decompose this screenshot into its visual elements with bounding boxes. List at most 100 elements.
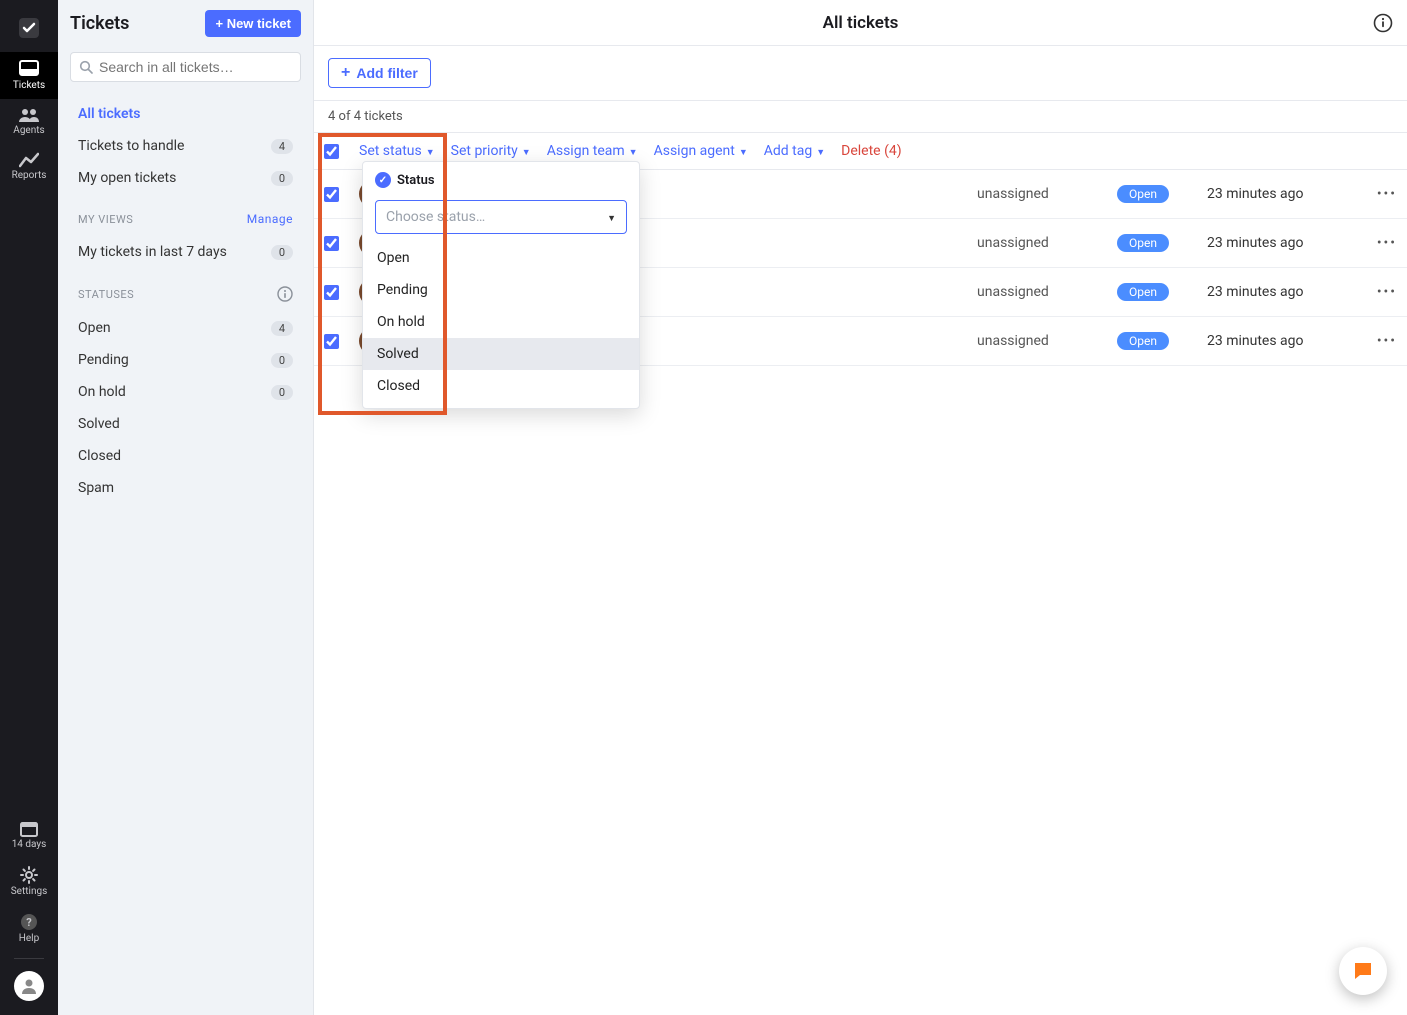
count-badge: 4	[271, 139, 293, 154]
calendar-icon	[20, 821, 38, 837]
nav-tickets[interactable]: Tickets	[0, 52, 58, 99]
search-input[interactable]	[99, 59, 292, 75]
status-option-closed[interactable]: Closed	[363, 370, 639, 402]
nav-reports[interactable]: Reports	[0, 144, 58, 189]
link-label: Assign agent	[654, 143, 735, 159]
status-option-pending[interactable]: Pending	[363, 274, 639, 306]
chat-launcher[interactable]	[1339, 947, 1387, 995]
status-badge: Open	[1117, 332, 1169, 350]
count-badge: 0	[271, 245, 293, 260]
bulk-action-bar: Set status▼ Set priority▼ Assign team▼ A…	[314, 133, 1407, 170]
row-checkbox[interactable]	[324, 187, 339, 202]
status-pending[interactable]: Pending 0	[58, 344, 313, 376]
statuses-header: STATUSES	[58, 272, 313, 308]
bulk-delete[interactable]: Delete (4)	[835, 139, 907, 163]
caret-down-icon: ▼	[607, 213, 616, 224]
bulk-assign-agent[interactable]: Assign agent▼	[648, 139, 754, 163]
bulk-assign-team[interactable]: Assign team▼	[541, 139, 644, 163]
my-views-list: My tickets in last 7 days 0	[58, 232, 313, 272]
count-badge: 4	[271, 321, 293, 336]
set-status-dropdown: ✓ Status Choose status… ▼ OpenPendingOn …	[362, 161, 640, 409]
view-label: My tickets in last 7 days	[78, 244, 227, 260]
ticket-time: 23 minutes ago	[1207, 284, 1357, 300]
panel-header: ✓ Status	[363, 162, 639, 194]
user-avatar[interactable]	[14, 971, 44, 1001]
row-checkbox[interactable]	[324, 334, 339, 349]
section-label: STATUSES	[78, 288, 134, 301]
view-my-open-tickets[interactable]: My open tickets 0	[58, 162, 313, 194]
status-spam[interactable]: Spam	[58, 472, 313, 504]
view-tickets-to-handle[interactable]: Tickets to handle 4	[58, 130, 313, 162]
status-badge: Open	[1117, 234, 1169, 252]
nav-trial[interactable]: 14 days	[0, 813, 58, 858]
info-icon[interactable]	[277, 286, 293, 302]
row-more-icon[interactable]: •••	[1367, 235, 1397, 251]
my-views-header: MY VIEWS Manage	[58, 198, 313, 232]
add-filter-button[interactable]: + Add filter	[328, 58, 431, 88]
status-badge: Open	[1117, 283, 1169, 301]
ticket-time: 23 minutes ago	[1207, 186, 1357, 202]
ticket-assignee: unassigned	[977, 333, 1107, 349]
select-all-checkbox[interactable]	[324, 144, 339, 159]
row-checkbox[interactable]	[324, 236, 339, 251]
status-open[interactable]: Open 4	[58, 312, 313, 344]
nav-label: Tickets	[13, 80, 45, 91]
row-more-icon[interactable]: •••	[1367, 284, 1397, 300]
bulk-add-tag[interactable]: Add tag ▼	[758, 139, 831, 163]
check-circle-icon: ✓	[375, 172, 391, 188]
page-info-icon[interactable]	[1373, 13, 1393, 33]
row-more-icon[interactable]: •••	[1367, 333, 1397, 349]
statuses-list: Open 4 Pending 0 On hold 0 Solved Closed…	[58, 308, 313, 508]
link-label: Set status	[359, 143, 422, 159]
nav-settings[interactable]: Settings	[0, 858, 58, 905]
ticket-time: 23 minutes ago	[1207, 333, 1357, 349]
nav-label: 14 days	[12, 839, 47, 850]
ticket-time: 23 minutes ago	[1207, 235, 1357, 251]
gear-icon	[20, 866, 38, 884]
link-label: Add tag	[764, 143, 812, 159]
view-label: Spam	[78, 480, 114, 496]
page-title: All tickets	[823, 13, 899, 33]
view-label: All tickets	[78, 106, 140, 122]
status-solved[interactable]: Solved	[58, 408, 313, 440]
status-closed[interactable]: Closed	[58, 440, 313, 472]
status-badge: Open	[1117, 185, 1169, 203]
sidebar-title: Tickets	[70, 13, 129, 34]
caret-down-icon: ▼	[816, 147, 825, 158]
row-checkbox[interactable]	[324, 285, 339, 300]
status-option-on-hold[interactable]: On hold	[363, 306, 639, 338]
nav-label: Settings	[11, 886, 48, 897]
view-label: On hold	[78, 384, 126, 400]
bulk-set-status[interactable]: Set status▼	[353, 139, 441, 163]
row-more-icon[interactable]: •••	[1367, 186, 1397, 202]
status-onhold[interactable]: On hold 0	[58, 376, 313, 408]
results-count: 4 of 4 tickets	[314, 101, 1407, 133]
nav-help[interactable]: ? Help	[0, 905, 58, 952]
search-input-wrap[interactable]	[70, 52, 301, 82]
app-logo-icon	[15, 14, 43, 42]
nav-agents[interactable]: Agents	[0, 99, 58, 144]
tickets-sidebar: Tickets + New ticket All tickets Tickets…	[58, 0, 314, 1015]
select-placeholder: Choose status…	[386, 209, 485, 225]
link-label: Set priority	[451, 143, 518, 159]
view-label: Open	[78, 320, 111, 336]
status-option-solved[interactable]: Solved	[363, 338, 639, 370]
caret-down-icon: ▼	[522, 147, 531, 158]
view-label: Tickets to handle	[78, 138, 184, 154]
manage-views-link[interactable]: Manage	[247, 212, 293, 226]
view-label: Closed	[78, 448, 121, 464]
nav-label: Agents	[13, 125, 44, 136]
status-option-open[interactable]: Open	[363, 242, 639, 274]
view-label: Solved	[78, 416, 120, 432]
view-label: My open tickets	[78, 170, 176, 186]
bulk-set-priority[interactable]: Set priority ▼	[445, 139, 537, 163]
button-label: Add filter	[356, 65, 417, 81]
status-select[interactable]: Choose status… ▼	[375, 200, 627, 234]
new-ticket-button[interactable]: + New ticket	[205, 10, 301, 37]
filter-bar: + Add filter	[314, 46, 1407, 101]
plus-icon: +	[341, 65, 350, 81]
view-all-tickets[interactable]: All tickets	[58, 98, 313, 130]
status-options-list: OpenPendingOn holdSolvedClosed	[363, 238, 639, 408]
default-views: All tickets Tickets to handle 4 My open …	[58, 94, 313, 198]
view-my-tickets-7-days[interactable]: My tickets in last 7 days 0	[58, 236, 313, 268]
